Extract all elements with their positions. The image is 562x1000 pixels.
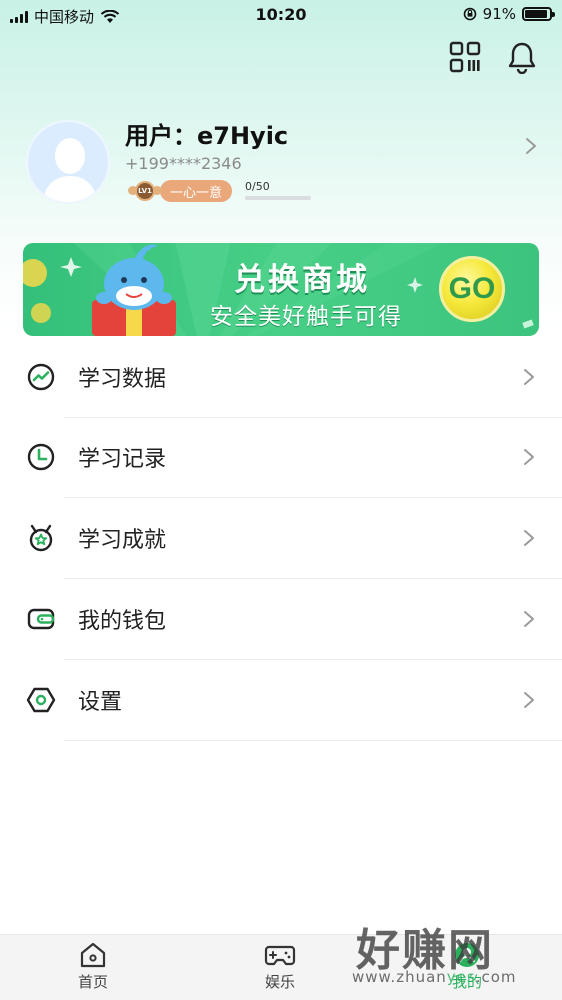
watermark: 好赚网 www.zhuanyes.com [348,914,548,994]
wallet-icon [27,608,55,630]
watermark-url-suffix: .com [475,968,517,986]
status-right: 91% [463,5,555,23]
menu-item-study-records[interactable]: 学习记录 [0,417,562,498]
banner-title: 兑换商城 [234,262,370,298]
medal-icon [29,524,53,552]
chevron-right-icon [524,692,534,708]
chevron-right-icon [524,611,534,627]
chevron-right-icon[interactable] [524,136,538,156]
menu-item-my-wallet[interactable]: 我的钱包 [0,579,562,660]
watermark-url-prefix: www.zhuan [352,968,447,986]
status-bar: 中国移动 10:20 91% [0,0,562,30]
progress-text: 0/50 [245,180,270,193]
orientation-lock-icon [463,7,476,21]
tab-label: 娱乐 [264,973,295,991]
menu-item-study-data[interactable]: 学习数据 [0,337,562,418]
trend-chart-icon [27,363,55,391]
dolphin-mascot-icon [92,244,176,336]
gamepad-icon [264,945,296,966]
level-badge-icon: LV1 [128,180,162,202]
menu-label: 我的钱包 [78,609,167,634]
chevron-right-icon [524,369,534,385]
banner-subtitle: 安全美好触手可得 [210,304,402,330]
menu-item-study-achievements[interactable]: 学习成就 [0,498,562,579]
qr-code-icon[interactable] [448,40,482,74]
level-title: 一心一意 [160,180,233,202]
chevron-right-icon [524,530,534,546]
menu-label: 学习成就 [78,528,167,553]
level-row: LV1 一心一意 [128,180,233,202]
avatar[interactable] [26,120,110,204]
tab-home[interactable]: 首页 [48,941,138,992]
menu-label: 设置 [78,690,123,715]
phone-number: +199****2346 [125,154,242,173]
menu-label: 学习记录 [78,447,167,472]
chevron-right-icon [524,449,534,465]
default-avatar-icon [42,138,98,202]
go-button[interactable]: GO [439,256,505,322]
tab-entertainment[interactable]: 娱乐 [235,941,325,992]
level-progress: 0/50 [245,180,311,200]
level-badge-text: LV1 [135,181,155,201]
watermark-url: www.zhuanyes.com [352,968,517,986]
battery-icon [522,7,555,21]
watermark-url-accent: yes [446,968,476,986]
bell-icon[interactable] [505,40,539,74]
battery-percent: 91% [482,5,516,23]
menu-item-settings[interactable]: 设置 [0,660,562,741]
tab-label: 首页 [77,973,108,991]
progress-track [245,196,311,200]
clock-icon [27,443,55,471]
hexagon-settings-icon [26,687,56,713]
menu-label: 学习数据 [78,367,167,392]
divider [64,740,562,741]
home-icon [80,942,106,968]
username: 用户：e7Hyic [125,122,289,150]
